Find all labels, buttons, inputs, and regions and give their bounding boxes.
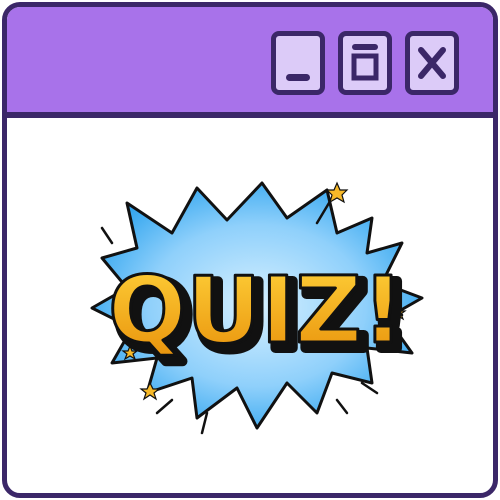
close-button[interactable] <box>405 31 459 95</box>
window-content: QUIZ! QUIZ! <box>7 118 493 493</box>
close-icon <box>418 47 446 79</box>
title-bar[interactable] <box>7 7 493 118</box>
maximize-icon <box>351 44 379 81</box>
quiz-burst-illustration: QUIZ! QUIZ! <box>90 181 424 435</box>
maximize-button[interactable] <box>338 31 392 95</box>
quiz-headline: QUIZ! <box>108 257 404 364</box>
minimize-icon <box>286 74 310 81</box>
app-window: QUIZ! QUIZ! <box>2 2 498 498</box>
minimize-button[interactable] <box>271 31 325 95</box>
